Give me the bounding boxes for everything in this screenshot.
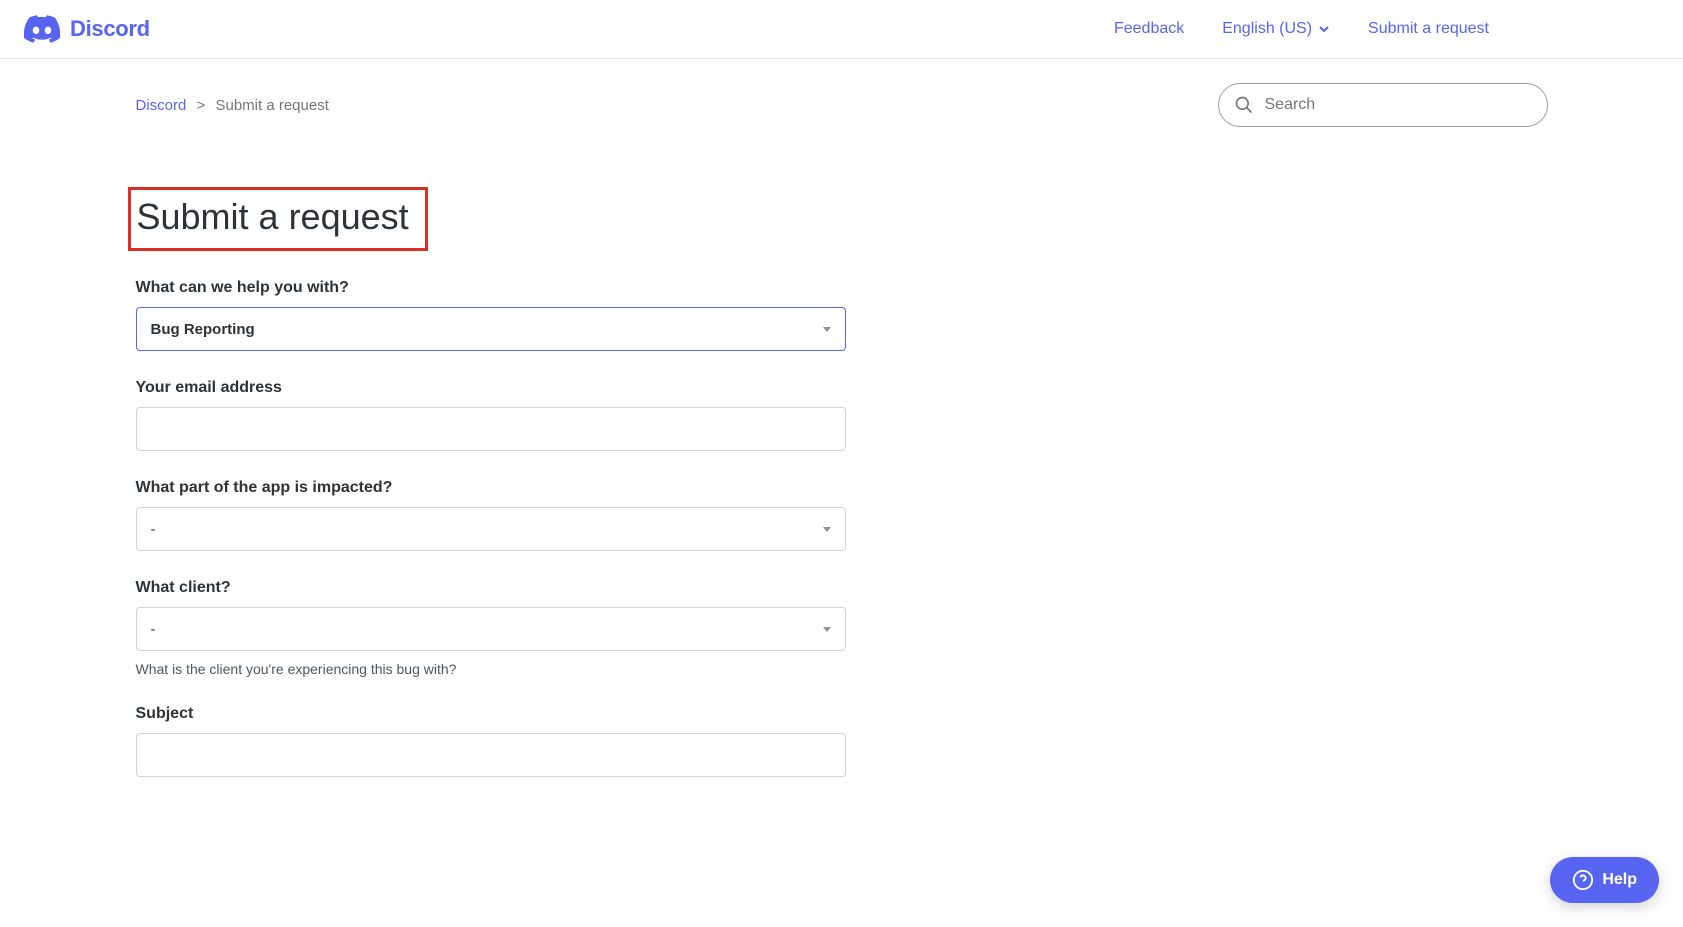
field-help-with: What can we help you with? Bug Reporting: [136, 279, 896, 351]
client-label: What client?: [136, 579, 896, 597]
help-widget-label: Help: [1602, 871, 1637, 889]
part-impacted-label: What part of the app is impacted?: [136, 479, 896, 497]
part-impacted-value: -: [151, 521, 823, 538]
logo[interactable]: Discord: [24, 15, 150, 43]
search-box: [1218, 83, 1548, 127]
main-content: Submit a request What can we help you wi…: [136, 137, 896, 777]
help-circle-icon: [1572, 869, 1594, 891]
subject-input-wrap: [136, 733, 846, 777]
field-part-impacted: What part of the app is impacted? -: [136, 479, 896, 551]
help-with-select[interactable]: Bug Reporting: [136, 307, 846, 351]
client-value: -: [151, 621, 823, 638]
email-input[interactable]: [151, 408, 831, 450]
page-title-highlight-box: Submit a request: [128, 187, 428, 251]
discord-logo-icon: [24, 15, 60, 43]
help-with-label: What can we help you with?: [136, 279, 896, 297]
top-nav: Feedback English (US) Submit a request: [1114, 20, 1659, 38]
help-widget-button[interactable]: Help: [1550, 857, 1659, 903]
breadcrumb-separator: >: [197, 97, 206, 114]
field-email: Your email address: [136, 379, 896, 451]
field-subject: Subject: [136, 705, 896, 777]
page-title: Submit a request: [137, 196, 409, 238]
part-impacted-select[interactable]: -: [136, 507, 846, 551]
caret-down-icon: [823, 527, 831, 532]
breadcrumb: Discord > Submit a request: [136, 97, 329, 114]
sub-header: Discord > Submit a request: [136, 59, 1548, 137]
search-input[interactable]: [1218, 83, 1548, 127]
email-input-wrap: [136, 407, 846, 451]
subject-label: Subject: [136, 705, 896, 723]
field-client: What client? - What is the client you're…: [136, 579, 896, 677]
subject-input[interactable]: [151, 734, 831, 776]
logo-text: Discord: [70, 16, 150, 42]
nav-language-label: English (US): [1222, 20, 1312, 38]
chevron-down-icon: [1318, 23, 1330, 35]
client-select[interactable]: -: [136, 607, 846, 651]
nav-language-selector[interactable]: English (US): [1222, 20, 1330, 38]
nav-feedback[interactable]: Feedback: [1114, 20, 1184, 38]
site-header: Discord Feedback English (US) Submit a r…: [0, 0, 1683, 59]
client-hint: What is the client you're experiencing t…: [136, 661, 896, 677]
caret-down-icon: [823, 627, 831, 632]
search-icon: [1234, 95, 1254, 115]
email-label: Your email address: [136, 379, 896, 397]
nav-submit-request[interactable]: Submit a request: [1368, 20, 1489, 38]
breadcrumb-current: Submit a request: [215, 97, 328, 114]
help-with-value: Bug Reporting: [151, 321, 823, 338]
caret-down-icon: [823, 327, 831, 332]
breadcrumb-root[interactable]: Discord: [136, 97, 187, 114]
